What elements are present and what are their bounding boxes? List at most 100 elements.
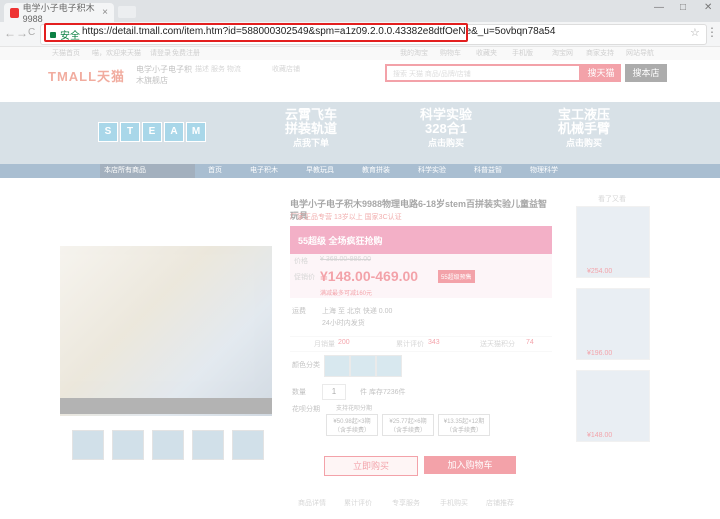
tab-close-icon[interactable]: × xyxy=(102,7,108,18)
banner-cta[interactable]: 点我下单 xyxy=(285,136,337,150)
topnav-link[interactable]: 我的淘宝 xyxy=(400,48,428,58)
promo-banner[interactable]: 55超级 全场疯狂抢购 xyxy=(290,226,552,254)
quantity-label: 数量 xyxy=(292,389,306,396)
close-window-icon[interactable]: ✕ xyxy=(704,2,712,13)
category-item[interactable]: 教育拼装 xyxy=(362,164,390,178)
category-item[interactable]: 科学实验 xyxy=(418,164,446,178)
banner-title: 328合1 xyxy=(425,121,467,136)
category-item[interactable]: 首页 xyxy=(208,164,222,178)
topnav-link[interactable]: 收藏夹 xyxy=(476,48,497,58)
shop-banner[interactable]: S T E A M 云霄飞车 拼装轨道 点我下单 科学实验 328合1 点击购买… xyxy=(0,102,720,164)
color-option[interactable] xyxy=(376,355,402,377)
category-item[interactable]: 早教玩具 xyxy=(306,164,334,178)
shipping-info[interactable]: 上海 至 北京 快递 0.00 xyxy=(322,306,392,316)
color-option[interactable] xyxy=(350,355,376,377)
banner-title: 宝工液压 xyxy=(558,107,611,122)
original-price: ¥ 368.00-986.00 xyxy=(320,256,371,263)
bookmark-star-icon[interactable]: ☆ xyxy=(690,26,700,39)
browser-menu-icon[interactable]: ⋮ xyxy=(706,25,718,39)
banner-cta[interactable]: 点击购买 xyxy=(420,136,472,150)
installment-option[interactable]: ¥25.77起×6期 （含手续费） xyxy=(382,414,434,436)
related-item-price: ¥148.00 xyxy=(587,432,613,439)
banner-title: 机械手臂 xyxy=(558,121,611,136)
thumbnail[interactable] xyxy=(72,430,104,460)
topnav-link[interactable]: 网站导航 xyxy=(626,48,654,58)
detail-tab[interactable]: 店铺推荐 xyxy=(486,498,514,508)
back-icon[interactable]: ← xyxy=(4,26,16,40)
search-input[interactable]: 搜索 天猫 商品/品牌/店铺 xyxy=(385,64,581,82)
installment-option[interactable]: ¥13.35起×12期 （含手续费） xyxy=(438,414,490,436)
browser-tab[interactable]: 电学小子电子积木9988 × xyxy=(4,3,114,24)
price-note: 满减最多可减160元 xyxy=(320,291,373,297)
category-item[interactable]: 电子积木 xyxy=(250,164,278,178)
search-shop-button[interactable]: 搜本店 xyxy=(625,64,667,82)
shipping-label: 运费 xyxy=(292,308,306,315)
quantity-input[interactable]: 1 xyxy=(322,384,346,400)
detail-tab[interactable]: 专享服务 xyxy=(392,498,420,508)
search-tmall-button[interactable]: 搜天猫 xyxy=(581,64,621,82)
detail-tab[interactable]: 累计评价 xyxy=(344,498,372,508)
topnav-link[interactable]: 天猫首页 xyxy=(52,48,80,58)
banner-item-science[interactable]: 科学实验 328合1 点击购买 xyxy=(420,108,472,150)
installment-amount: ¥25.77起×6期 xyxy=(389,419,427,425)
steam-letter: A xyxy=(164,122,184,142)
all-products-menu[interactable]: 本店所有商品 xyxy=(100,164,195,178)
new-tab-button[interactable] xyxy=(118,6,136,18)
installment-note: 支持花呗分期 xyxy=(336,406,373,412)
category-item[interactable]: 物理科学 xyxy=(530,164,558,178)
detail-tab[interactable]: 商品详情 xyxy=(298,498,326,508)
color-option[interactable] xyxy=(324,355,350,377)
reviews-count[interactable]: 343 xyxy=(428,339,440,346)
detail-tab[interactable]: 手机购买 xyxy=(440,498,468,508)
banner-item-robot-arm[interactable]: 宝工液压 机械手臂 点击购买 xyxy=(558,108,610,150)
add-to-cart-button[interactable]: 加入购物车 xyxy=(424,456,516,474)
product-main-image[interactable] xyxy=(60,246,272,416)
product-stats: 月销量 200 累计评价 343 送天猫积分 74 xyxy=(290,336,552,352)
sales-count: 200 xyxy=(338,339,350,346)
thumbnail[interactable] xyxy=(192,430,224,460)
installment-option[interactable]: ¥50.98起×3期 （含手续费） xyxy=(326,414,378,436)
category-item[interactable]: 科普益智 xyxy=(474,164,502,178)
stock-info: 件 库存7236件 xyxy=(360,389,406,396)
related-item[interactable]: ¥254.00 xyxy=(576,206,650,278)
topnav-link[interactable]: 手机版 xyxy=(512,48,533,58)
steam-letter: E xyxy=(142,122,162,142)
topnav-link[interactable]: 请登录 xyxy=(150,48,171,58)
installment-fee: （含手续费） xyxy=(333,428,370,434)
promo-text: 55超级 全场疯狂抢购 xyxy=(298,236,383,246)
topnav-link[interactable]: 免费注册 xyxy=(172,48,200,58)
forward-icon[interactable]: → xyxy=(16,26,28,40)
steam-logo: S T E A M xyxy=(98,122,206,142)
price-box: 价格 ¥ 368.00-986.00 促销价 ¥148.00-469.00 55… xyxy=(290,254,552,298)
thumbnail[interactable] xyxy=(232,430,264,460)
maximize-icon[interactable]: □ xyxy=(680,2,686,13)
thumbnail[interactable] xyxy=(112,430,144,460)
video-control-bar[interactable] xyxy=(60,398,272,414)
url-highlight-box xyxy=(44,23,468,42)
shop-name[interactable]: 电学小子电子积木旗舰店 xyxy=(136,64,196,86)
topnav-link: 喵，欢迎来天猫 xyxy=(92,50,141,57)
topnav-link[interactable]: 商家支持 xyxy=(586,48,614,58)
banner-title: 云霄飞车 xyxy=(285,107,338,122)
tmall-logo[interactable]: TMALL天猫 xyxy=(48,66,125,85)
promo-price: ¥148.00-469.00 xyxy=(320,268,419,284)
buy-now-button[interactable]: 立即购买 xyxy=(324,456,418,476)
favorite-shop-link[interactable]: 收藏店铺 xyxy=(272,64,302,74)
banner-item-coaster[interactable]: 云霄飞车 拼装轨道 点我下单 xyxy=(285,108,337,150)
topnav-link[interactable]: 淘宝网 xyxy=(552,48,573,58)
reload-icon[interactable]: C xyxy=(28,27,35,38)
tmall-favicon-icon xyxy=(10,7,19,18)
topnav-link[interactable]: 购物车 xyxy=(440,48,461,58)
banner-cta[interactable]: 点击购买 xyxy=(558,136,610,150)
minimize-icon[interactable]: — xyxy=(654,2,664,13)
banner-title: 科学实验 xyxy=(420,107,473,122)
related-item[interactable]: ¥196.00 xyxy=(576,288,650,360)
site-top-nav: 天猫首页 喵，欢迎来天猫 请登录 免费注册 我的淘宝 购物车 收藏夹 手机版 淘… xyxy=(0,46,720,60)
thumbnail[interactable] xyxy=(152,430,184,460)
product-thumbnails xyxy=(72,430,264,460)
related-item[interactable]: ¥148.00 xyxy=(576,370,650,442)
steam-letter: M xyxy=(186,122,206,142)
banner-title: 拼装轨道 xyxy=(285,121,338,136)
price-label: 价格 xyxy=(294,258,308,265)
product-subtitle: 厂家正品专营 13岁以上 国家3C认证 xyxy=(290,214,402,221)
